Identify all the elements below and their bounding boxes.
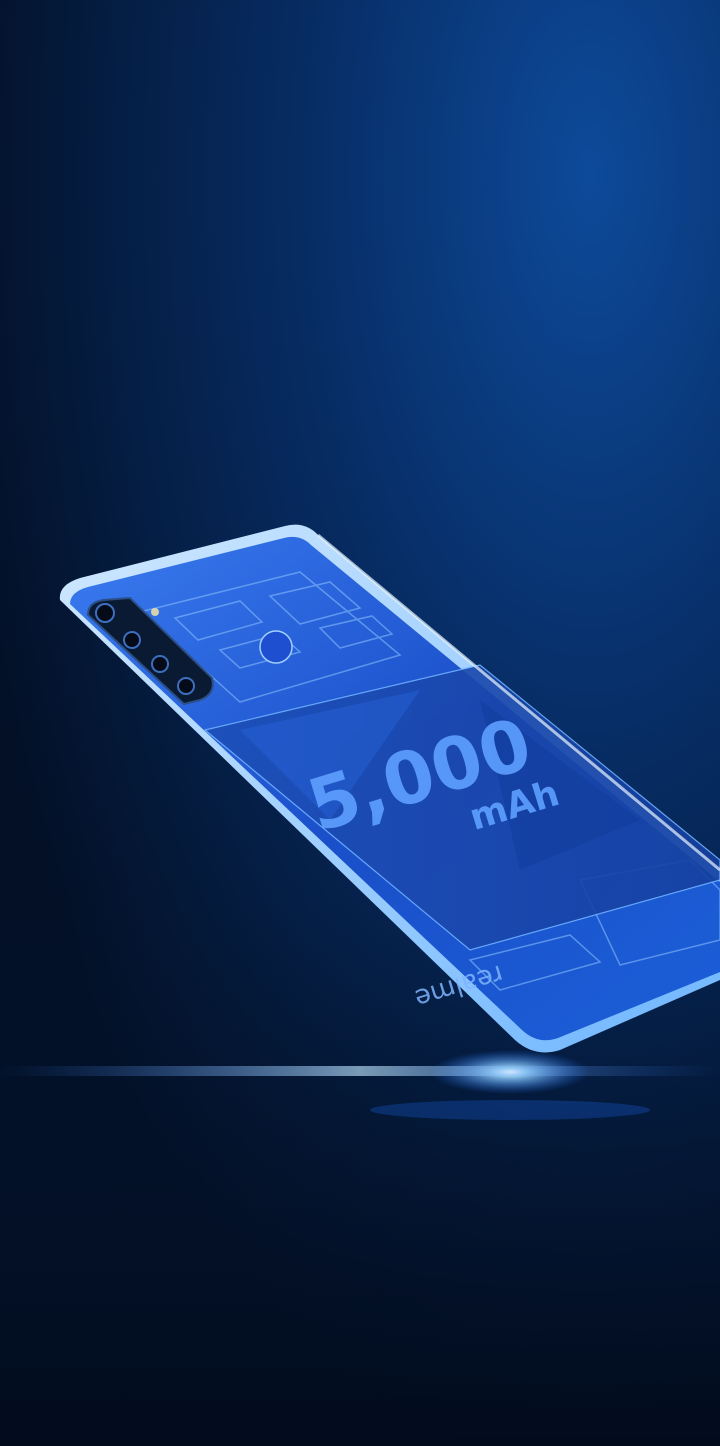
light-flare-line <box>0 1066 720 1076</box>
promo-stage: 5,000 mAh realme <box>0 0 720 1446</box>
floor-reflection <box>370 1100 650 1120</box>
camera-flash-icon <box>151 608 159 616</box>
camera-lens-depth <box>177 677 195 695</box>
camera-lens-ultrawide <box>123 631 141 649</box>
camera-lens-main <box>95 603 115 623</box>
camera-lens-macro <box>151 655 169 673</box>
fingerprint-sensor <box>259 630 293 664</box>
promo-scene: 5,000 mAh realme <box>0 0 720 1446</box>
